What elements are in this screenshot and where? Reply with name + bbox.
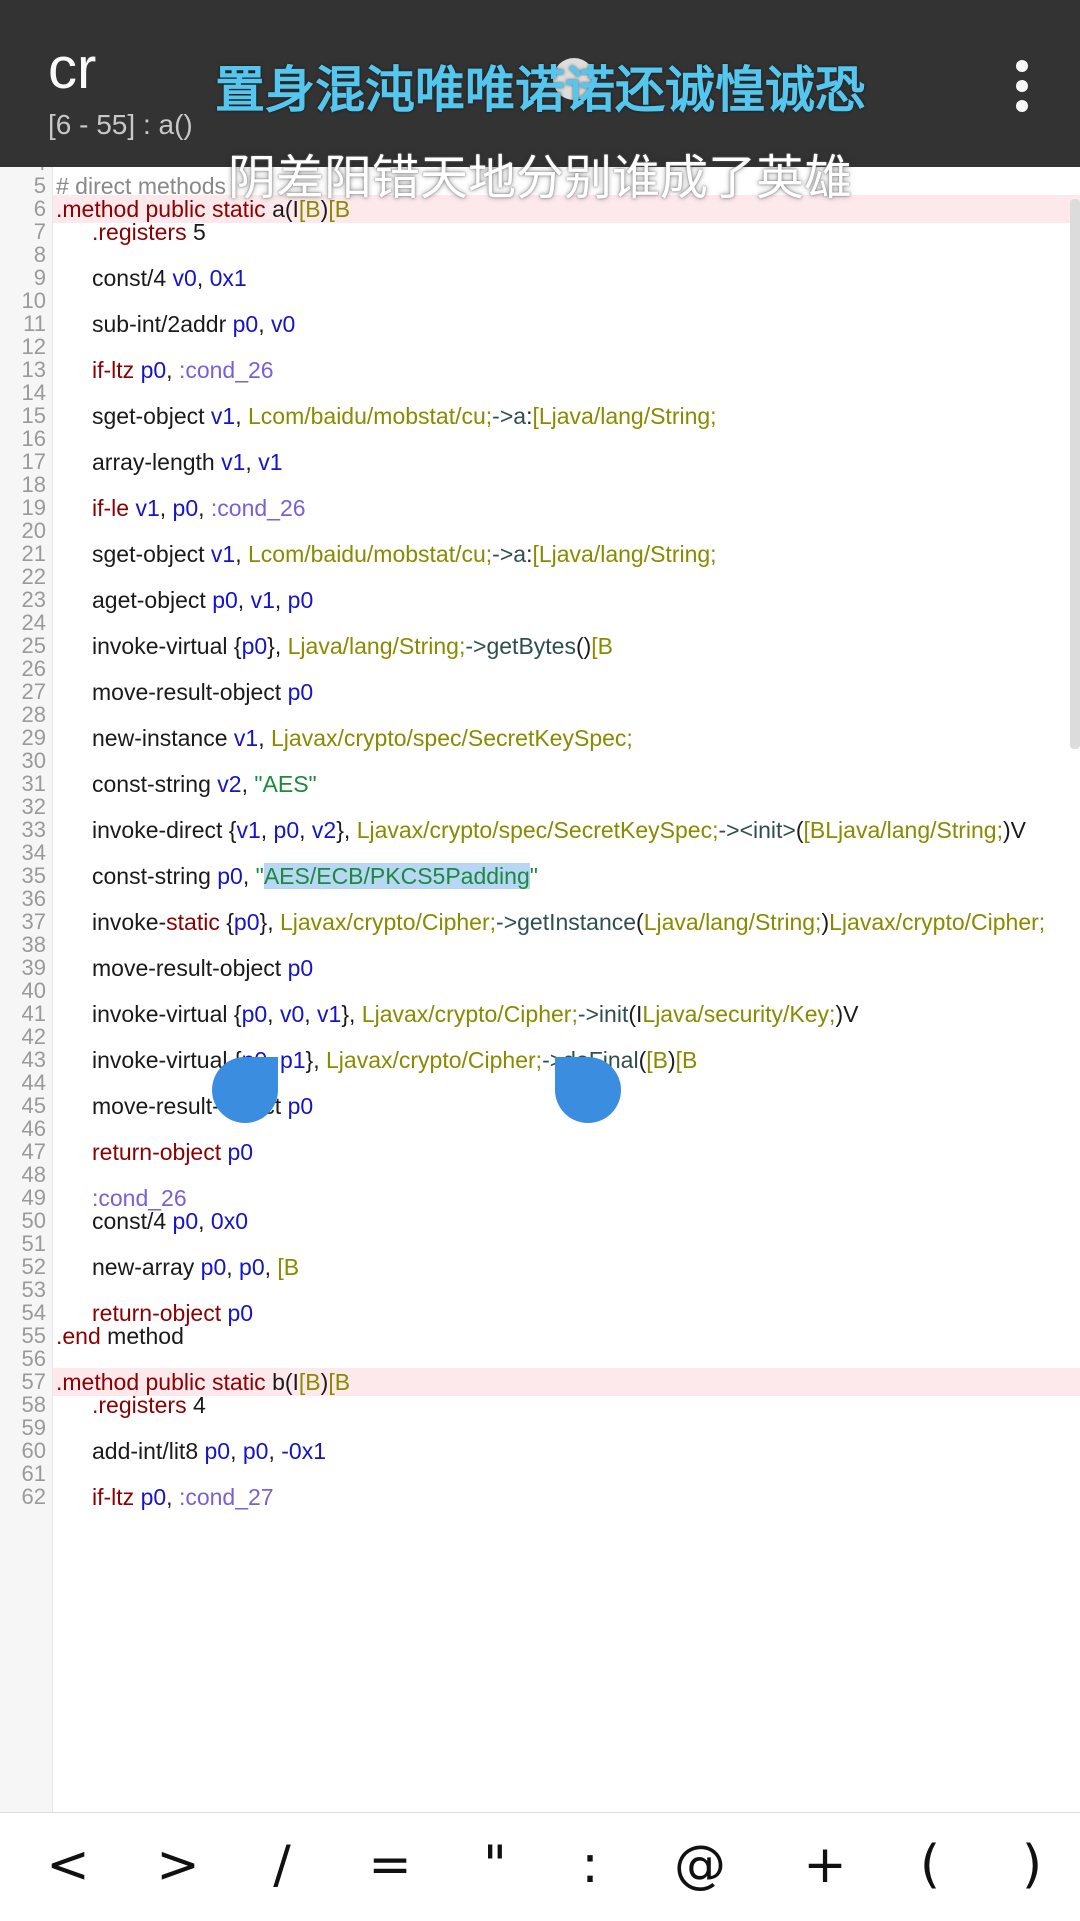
file-title: cr bbox=[48, 36, 97, 101]
lyric-overlay-line-2: 阴差阳错天地分别谁成了英雄 bbox=[227, 150, 852, 206]
menu-dot bbox=[1016, 80, 1028, 92]
symbol-key[interactable]: = bbox=[350, 1833, 430, 1897]
menu-dot bbox=[1016, 60, 1028, 72]
selection-end-handle[interactable] bbox=[555, 1057, 621, 1123]
editor-scrollbar[interactable] bbox=[1070, 199, 1080, 749]
method-range-subtitle[interactable]: [6 - 55] : a() bbox=[48, 107, 193, 143]
line-number: 62 bbox=[21, 1484, 46, 1509]
symbol-input-bar: < > / = ": @ + () bbox=[0, 1812, 1080, 1921]
more-vert-icon[interactable] bbox=[1004, 56, 1040, 116]
symbol-key[interactable]: > bbox=[138, 1833, 218, 1897]
symbol-key[interactable]: < bbox=[28, 1833, 108, 1897]
symbol-key[interactable]: @ bbox=[660, 1833, 740, 1897]
symbol-key[interactable]: ( bbox=[890, 1833, 970, 1897]
symbol-key[interactable]: : bbox=[550, 1833, 630, 1897]
symbol-key[interactable]: + bbox=[785, 1833, 865, 1897]
selection-start-handle[interactable] bbox=[212, 1057, 278, 1123]
code-text: if-ltz p0, :cond_27 bbox=[92, 1484, 274, 1510]
symbol-key[interactable]: / bbox=[242, 1833, 322, 1897]
symbol-key[interactable]: " bbox=[455, 1833, 535, 1897]
menu-dot bbox=[1016, 100, 1028, 112]
code-editor[interactable]: 45# direct methods6.method public static… bbox=[0, 167, 1080, 1812]
code-line[interactable]: 62 if-ltz p0, :cond_27 bbox=[0, 1483, 1080, 1511]
lyric-overlay-line-1: 置身混沌唯唯诺诺还诚惶诚恐 bbox=[215, 61, 865, 119]
symbol-key[interactable]: ) bbox=[992, 1833, 1072, 1897]
